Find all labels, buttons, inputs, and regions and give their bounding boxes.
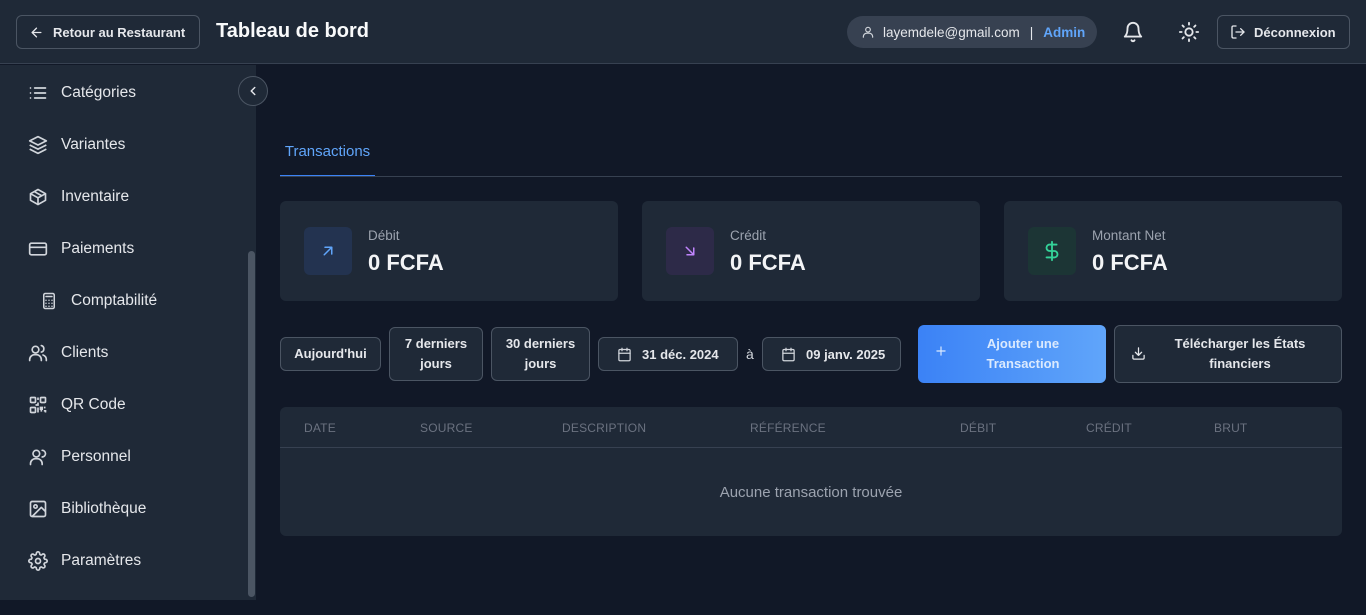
- sidebar-item-label: Comptabilité: [71, 292, 158, 309]
- user-role: Admin: [1043, 24, 1086, 40]
- back-button-label: Retour au Restaurant: [53, 24, 186, 40]
- arrow-up-right-icon: [304, 227, 352, 275]
- column-header-gross[interactable]: BRUT: [1214, 421, 1247, 435]
- user-separator: |: [1029, 24, 1034, 40]
- chevron-left-icon: [246, 84, 260, 98]
- debit-value: 0 FCFA: [368, 250, 444, 275]
- logout-icon: [1230, 24, 1246, 40]
- column-header-source[interactable]: SOURCE: [420, 421, 473, 435]
- notifications-bell-icon[interactable]: [1122, 21, 1144, 43]
- logout-label: Déconnexion: [1254, 24, 1336, 40]
- sidebar-item-label: Paiements: [61, 240, 135, 257]
- net-amount-label: Montant Net: [1092, 228, 1166, 243]
- end-date-picker[interactable]: 09 janv. 2025: [762, 337, 901, 371]
- logout-button[interactable]: Déconnexion: [1217, 15, 1350, 49]
- filter-30-days-label-line1: 30 derniers: [505, 336, 576, 351]
- tab-divider: [280, 176, 1342, 177]
- debit-card: Débit 0 FCFA: [280, 201, 618, 301]
- page-title: Tableau de bord: [216, 20, 369, 42]
- net-amount-value: 0 FCFA: [1092, 250, 1168, 275]
- sidebar-item-label: QR Code: [61, 396, 126, 413]
- end-date-value: 09 janv. 2025: [806, 346, 886, 362]
- date-range-separator: à: [746, 346, 754, 362]
- sidebar-item-label: Clients: [61, 344, 109, 361]
- sidebar-item-settings[interactable]: Paramètres: [28, 549, 141, 573]
- user-chip[interactable]: layemdele@gmail.com | Admin: [847, 16, 1097, 48]
- column-header-description[interactable]: DESCRIPTION: [562, 421, 646, 435]
- sidebar-item-categories[interactable]: Catégories: [28, 81, 136, 105]
- list-icon: [28, 83, 48, 103]
- sidebar-item-variants[interactable]: Variantes: [28, 133, 125, 157]
- filter-7-days-button[interactable]: 7 derniers jours: [389, 327, 483, 381]
- sidebar-item-inventory[interactable]: Inventaire: [28, 185, 129, 209]
- column-header-debit[interactable]: DÉBIT: [960, 421, 996, 435]
- sidebar-item-label: Inventaire: [61, 188, 130, 205]
- user-group-icon: [28, 447, 48, 467]
- theme-toggle-sun-icon[interactable]: [1178, 21, 1200, 43]
- sidebar-scrollbar-thumb[interactable]: [248, 251, 255, 597]
- top-header: Retour au Restaurant Tableau de bord lay…: [0, 0, 1366, 64]
- user-email: layemdele@gmail.com: [883, 24, 1020, 40]
- net-amount-card: Montant Net 0 FCFA: [1004, 201, 1342, 301]
- sidebar-item-library[interactable]: Bibliothèque: [28, 497, 146, 521]
- sidebar-item-label: Bibliothèque: [61, 500, 147, 517]
- sidebar-item-qr-code[interactable]: QR Code: [28, 393, 126, 417]
- add-transaction-label-line2: Transaction: [986, 356, 1060, 371]
- table-header: DATE SOURCE DESCRIPTION RÉFÉRENCE DÉBIT …: [280, 407, 1342, 448]
- arrow-down-right-icon: [666, 227, 714, 275]
- sidebar-item-clients[interactable]: Clients: [28, 341, 108, 365]
- start-date-value: 31 déc. 2024: [642, 346, 719, 362]
- filter-30-days-button[interactable]: 30 derniers jours: [491, 327, 590, 381]
- transactions-table: DATE SOURCE DESCRIPTION RÉFÉRENCE DÉBIT …: [280, 407, 1342, 536]
- download-icon: [1131, 346, 1146, 361]
- sidebar: Catégories Variantes Inventaire Paiement…: [0, 65, 256, 600]
- layers-icon: [28, 135, 48, 155]
- debit-label: Débit: [368, 228, 400, 243]
- sidebar-item-label: Paramètres: [61, 552, 142, 569]
- credit-card: Crédit 0 FCFA: [642, 201, 980, 301]
- gear-icon: [28, 551, 48, 571]
- add-transaction-label-line1: Ajouter une: [986, 336, 1060, 351]
- package-icon: [28, 187, 48, 207]
- empty-table-message: Aucune transaction trouvée: [719, 484, 903, 501]
- back-to-restaurant-button[interactable]: Retour au Restaurant: [16, 15, 200, 49]
- sidebar-item-payments[interactable]: Paiements: [28, 237, 134, 261]
- download-label-line1: Télécharger les États: [1174, 336, 1306, 351]
- sidebar-collapse-button[interactable]: [238, 76, 268, 106]
- column-header-date[interactable]: DATE: [304, 421, 336, 435]
- plus-icon: [934, 344, 948, 358]
- column-header-credit[interactable]: CRÉDIT: [1086, 421, 1132, 435]
- credit-label: Crédit: [730, 228, 767, 243]
- sidebar-item-label: Personnel: [61, 448, 131, 465]
- download-label: Télécharger les États financiers: [1159, 334, 1321, 374]
- sidebar-item-accounting[interactable]: Comptabilité: [40, 289, 157, 313]
- credit-card-icon: [28, 239, 48, 259]
- filter-7-days-label-line1: 7 derniers: [404, 336, 468, 351]
- column-header-reference[interactable]: RÉFÉRENCE: [750, 421, 826, 435]
- tab-transactions[interactable]: Transactions: [280, 128, 375, 177]
- filter-30-days-label-line2: jours: [524, 356, 557, 371]
- arrow-left-icon: [29, 25, 44, 40]
- sidebar-item-label: Catégories: [61, 84, 136, 101]
- sidebar-item-staff[interactable]: Personnel: [28, 445, 131, 469]
- dollar-icon: [1028, 227, 1076, 275]
- calculator-icon: [40, 292, 58, 310]
- start-date-picker[interactable]: 31 déc. 2024: [598, 337, 738, 371]
- credit-value: 0 FCFA: [730, 250, 806, 275]
- calendar-icon: [617, 347, 632, 362]
- filter-7-days-label-line2: jours: [420, 356, 452, 371]
- download-label-line2: financiers: [1209, 356, 1271, 371]
- filter-today-button[interactable]: Aujourd'hui: [280, 337, 381, 371]
- users-icon: [28, 343, 48, 363]
- calendar-icon: [781, 347, 796, 362]
- sidebar-item-label: Variantes: [61, 136, 126, 153]
- add-transaction-button[interactable]: Ajouter une Transaction: [918, 325, 1106, 383]
- image-icon: [28, 499, 48, 519]
- add-transaction-label: Ajouter une Transaction: [962, 334, 1084, 374]
- qr-code-icon: [28, 395, 48, 415]
- download-financial-statements-button[interactable]: Télécharger les États financiers: [1114, 325, 1342, 383]
- filter-today-label: Aujourd'hui: [294, 346, 367, 361]
- user-icon: [861, 25, 875, 39]
